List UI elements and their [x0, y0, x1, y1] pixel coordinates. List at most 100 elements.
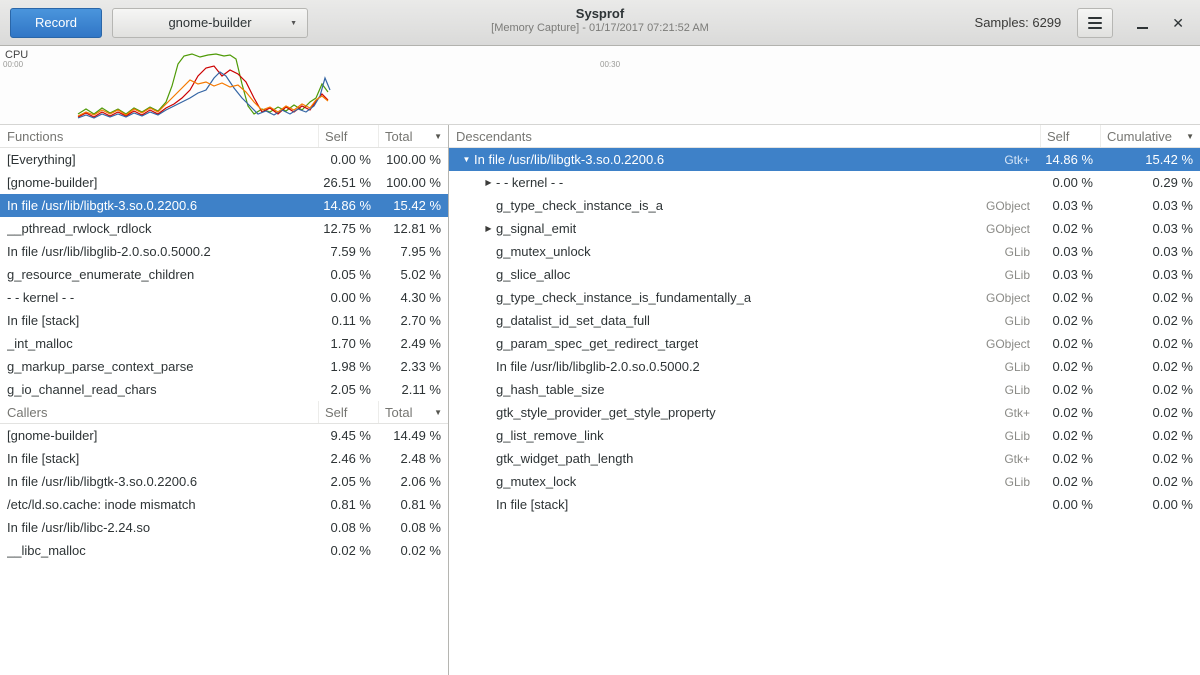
row-name-cell: In file /usr/lib/libglib-2.0.so.0.5000.2 — [0, 240, 318, 263]
function-name: g_type_check_instance_is_a — [496, 198, 663, 213]
table-row[interactable]: g_markup_parse_context_parse1.98 %2.33 % — [0, 355, 448, 378]
total-percent: 2.33 % — [378, 355, 448, 378]
table-row[interactable]: g_list_remove_linkGLib0.02 %0.02 % — [449, 424, 1200, 447]
callers-table-header: Callers Self Total ▼ — [0, 401, 448, 424]
table-row[interactable]: ▶g_signal_emitGObject0.02 %0.03 % — [449, 217, 1200, 240]
table-row[interactable]: In file /usr/lib/libgtk-3.so.0.2200.62.0… — [0, 470, 448, 493]
left-pane: Functions Self Total ▼ [Everything]0.00 … — [0, 125, 449, 675]
table-row[interactable]: g_slice_allocGLib0.03 %0.03 % — [449, 263, 1200, 286]
column-label: Total — [385, 405, 412, 420]
row-name-cell: In file /usr/lib/libglib-2.0.so.0.5000.2… — [449, 355, 1040, 378]
total-percent: 2.11 % — [378, 378, 448, 401]
column-header-descendants[interactable]: Descendants — [449, 125, 1040, 147]
total-percent: 7.95 % — [378, 240, 448, 263]
cpu-graph[interactable]: CPU 00:00 00:30 — [0, 46, 1200, 125]
function-name: g_io_channel_read_chars — [7, 382, 157, 397]
library-label: GObject — [986, 199, 1040, 213]
table-row[interactable]: In file /usr/lib/libglib-2.0.so.0.5000.2… — [0, 240, 448, 263]
process-selector[interactable]: gnome-builder ▼ — [112, 8, 308, 38]
table-row[interactable]: g_resource_enumerate_children0.05 %5.02 … — [0, 263, 448, 286]
cpu-orange-line — [78, 80, 328, 116]
total-percent: 0.02 % — [1100, 424, 1200, 447]
column-header-self[interactable]: Self — [318, 125, 378, 147]
table-row[interactable]: /etc/ld.so.cache: inode mismatch0.81 %0.… — [0, 493, 448, 516]
table-row[interactable]: g_type_check_instance_is_fundamentally_a… — [449, 286, 1200, 309]
table-row[interactable]: In file [stack]0.11 %2.70 % — [0, 309, 448, 332]
expander-closed-icon[interactable]: ▶ — [481, 178, 496, 187]
row-name-cell: g_slice_allocGLib — [449, 263, 1040, 286]
chevron-down-icon: ▼ — [290, 20, 297, 27]
total-percent: 0.02 % — [1100, 309, 1200, 332]
table-row[interactable]: ▼In file /usr/lib/libgtk-3.so.0.2200.6Gt… — [449, 148, 1200, 171]
column-header-functions[interactable]: Functions — [0, 125, 318, 147]
tree-indent — [455, 320, 481, 321]
self-percent: 0.08 % — [318, 516, 378, 539]
expander-closed-icon[interactable]: ▶ — [481, 224, 496, 233]
table-row[interactable]: g_datalist_id_set_data_fullGLib0.02 %0.0… — [449, 309, 1200, 332]
row-name-cell: In file [stack] — [0, 309, 318, 332]
table-row[interactable]: [Everything]0.00 %100.00 % — [0, 148, 448, 171]
library-label: GLib — [1005, 314, 1040, 328]
column-header-self[interactable]: Self — [318, 401, 378, 423]
self-percent: 0.02 % — [1040, 447, 1100, 470]
menu-button[interactable] — [1077, 8, 1113, 38]
function-name: [gnome-builder] — [7, 428, 97, 443]
table-row[interactable]: In file /usr/lib/libgtk-3.so.0.2200.614.… — [0, 194, 448, 217]
table-row[interactable]: In file /usr/lib/libglib-2.0.so.0.5000.2… — [449, 355, 1200, 378]
sort-indicator-icon: ▼ — [1186, 132, 1194, 141]
column-header-callers[interactable]: Callers — [0, 401, 318, 423]
close-button[interactable]: ✕ — [1172, 16, 1184, 30]
process-selector-label: gnome-builder — [168, 15, 251, 30]
row-name-cell: g_param_spec_get_redirect_targetGObject — [449, 332, 1040, 355]
table-row[interactable]: gtk_widget_path_lengthGtk+0.02 %0.02 % — [449, 447, 1200, 470]
table-row[interactable]: g_param_spec_get_redirect_targetGObject0… — [449, 332, 1200, 355]
table-row[interactable]: [gnome-builder]26.51 %100.00 % — [0, 171, 448, 194]
sysprof-window: Record gnome-builder ▼ Sysprof [Memory C… — [0, 0, 1200, 675]
expander-open-icon[interactable]: ▼ — [459, 155, 474, 164]
sort-indicator-icon: ▼ — [434, 132, 442, 141]
self-percent: 0.02 % — [1040, 309, 1100, 332]
function-name: __libc_malloc — [7, 543, 86, 558]
table-row[interactable]: - - kernel - -0.00 %4.30 % — [0, 286, 448, 309]
table-row[interactable]: g_type_check_instance_is_aGObject0.03 %0… — [449, 194, 1200, 217]
column-header-cumulative[interactable]: Cumulative ▼ — [1100, 125, 1200, 147]
column-header-total[interactable]: Total ▼ — [378, 125, 448, 147]
table-row[interactable]: g_io_channel_read_chars2.05 %2.11 % — [0, 378, 448, 401]
self-percent: 2.46 % — [318, 447, 378, 470]
row-name-cell: g_type_check_instance_is_a GObject — [449, 194, 1040, 217]
table-row[interactable]: g_hash_table_sizeGLib0.02 %0.02 % — [449, 378, 1200, 401]
self-percent: 1.70 % — [318, 332, 378, 355]
tree-indent — [455, 435, 481, 436]
function-name: In file [stack] — [7, 313, 79, 328]
function-name: g_list_remove_link — [496, 428, 604, 443]
table-row[interactable]: __pthread_rwlock_rdlock12.75 %12.81 % — [0, 217, 448, 240]
total-percent: 0.02 % — [378, 539, 448, 562]
table-row[interactable]: g_mutex_unlockGLib0.03 %0.03 % — [449, 240, 1200, 263]
table-row[interactable]: gtk_style_provider_get_style_propertyGtk… — [449, 401, 1200, 424]
table-row[interactable]: _int_malloc1.70 %2.49 % — [0, 332, 448, 355]
row-name-cell: __pthread_rwlock_rdlock — [0, 217, 318, 240]
function-name: In file /usr/lib/libgtk-3.so.0.2200.6 — [7, 474, 197, 489]
table-row[interactable]: In file /usr/lib/libc-2.24.so0.08 %0.08 … — [0, 516, 448, 539]
table-row[interactable]: In file [stack]2.46 %2.48 % — [0, 447, 448, 470]
function-name: g_resource_enumerate_children — [7, 267, 194, 282]
self-percent: 0.00 % — [1040, 171, 1100, 194]
column-header-self[interactable]: Self — [1040, 125, 1100, 147]
self-percent: 0.02 % — [1040, 378, 1100, 401]
table-row[interactable]: [gnome-builder]9.45 %14.49 % — [0, 424, 448, 447]
function-name: g_signal_emit — [496, 221, 576, 236]
function-name: In file /usr/lib/libc-2.24.so — [7, 520, 150, 535]
record-button[interactable]: Record — [10, 8, 102, 38]
table-row[interactable]: g_mutex_lockGLib0.02 %0.02 % — [449, 470, 1200, 493]
table-row[interactable]: In file [stack]0.00 %0.00 % — [449, 493, 1200, 516]
self-percent: 0.02 % — [1040, 424, 1100, 447]
column-header-total[interactable]: Total ▼ — [378, 401, 448, 423]
table-row[interactable]: ▶- - kernel - -0.00 %0.29 % — [449, 171, 1200, 194]
minimize-button[interactable] — [1137, 16, 1148, 29]
function-name: g_param_spec_get_redirect_target — [496, 336, 698, 351]
function-name: g_slice_alloc — [496, 267, 570, 282]
descendants-table: ▼In file /usr/lib/libgtk-3.so.0.2200.6Gt… — [449, 148, 1200, 516]
table-row[interactable]: __libc_malloc0.02 %0.02 % — [0, 539, 448, 562]
function-name: In file /usr/lib/libglib-2.0.so.0.5000.2 — [496, 359, 700, 374]
self-percent: 0.03 % — [1040, 194, 1100, 217]
